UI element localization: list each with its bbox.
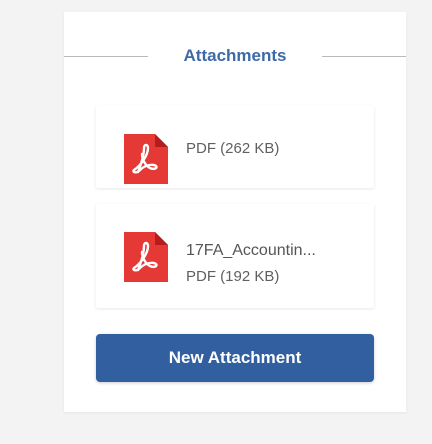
attachments-panel: Attachments PDF (262 KB) 17FA_Accountin.…	[64, 12, 406, 412]
pdf-file-icon	[124, 232, 168, 282]
attachments-header: Attachments	[64, 44, 406, 68]
attachment-item[interactable]: PDF (262 KB)	[96, 106, 374, 188]
attachment-item[interactable]: 17FA_Accountin... PDF (192 KB)	[96, 204, 374, 308]
pdf-file-icon	[124, 134, 168, 184]
file-type-size: PDF (262 KB)	[186, 140, 280, 157]
new-attachment-button[interactable]: New Attachment	[96, 334, 374, 382]
file-type-size: PDF (192 KB)	[186, 268, 280, 285]
file-name: 17FA_Accountin...	[186, 242, 316, 259]
header-divider-right	[322, 56, 406, 57]
